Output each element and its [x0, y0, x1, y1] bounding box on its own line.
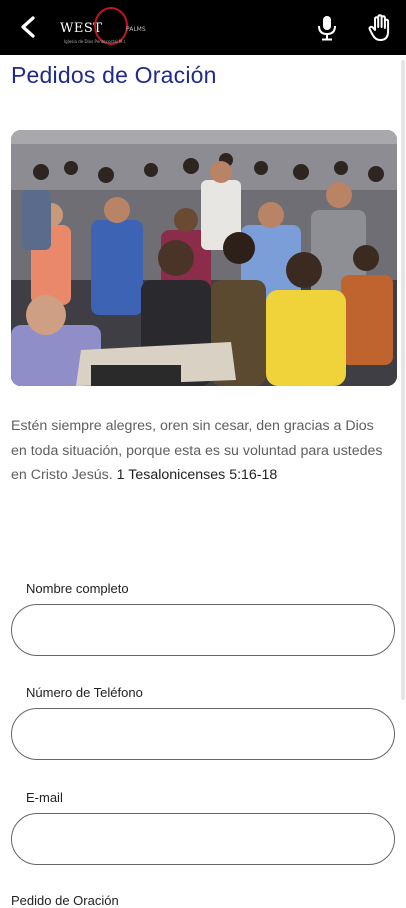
phone-field[interactable] — [11, 708, 395, 760]
microphone-icon — [318, 16, 336, 41]
name-label: Nombre completo — [26, 581, 129, 596]
phone-label: Número de Teléfono — [26, 685, 143, 700]
back-button[interactable] — [14, 13, 42, 41]
arrow-left-icon — [21, 16, 35, 38]
scrollbar[interactable] — [401, 60, 405, 700]
verse-reference: 1 Tesalonicenses 5:16-18 — [116, 467, 278, 483]
logo-tag: PALMS — [126, 26, 146, 33]
email-field[interactable] — [11, 813, 395, 865]
top-app-bar: WEST PALMS Iglesia de Dios Pentecostal M… — [0, 0, 406, 55]
raised-hand-button[interactable] — [367, 14, 393, 42]
page-title: Pedidos de Oración — [11, 62, 217, 88]
name-field[interactable] — [11, 604, 395, 656]
prayer-request-label: Pedido de Oración — [11, 893, 119, 908]
microphone-button[interactable] — [315, 15, 339, 41]
logo-subtitle: Iglesia de Dios Pentecostal M.I. — [64, 39, 127, 44]
email-label: E-mail — [26, 790, 63, 805]
church-logo: WEST PALMS Iglesia de Dios Pentecostal M… — [58, 6, 158, 50]
bible-verse: Estén siempre alegres, oren sin cesar, d… — [11, 414, 383, 488]
raised-hand-icon — [368, 14, 390, 41]
congregation-photo — [11, 130, 397, 386]
